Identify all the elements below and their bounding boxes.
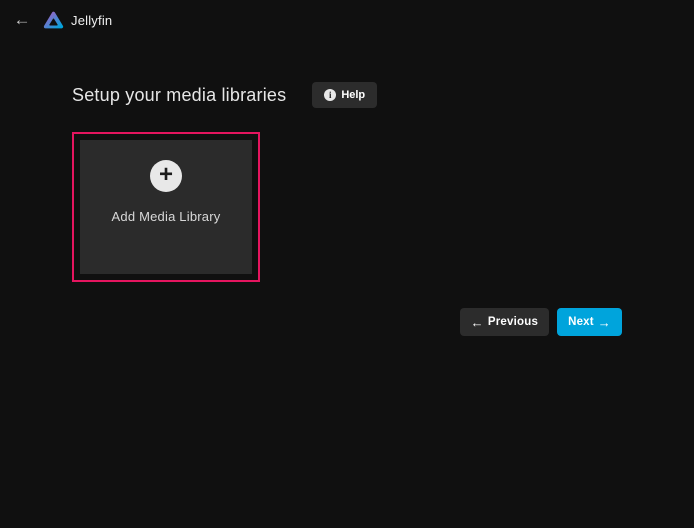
previous-button[interactable]: ← Previous xyxy=(460,308,549,336)
left-arrow-icon: ← xyxy=(471,315,484,330)
back-arrow-icon: ← xyxy=(14,10,31,29)
wizard-nav: ← Previous Next → xyxy=(72,308,622,336)
right-arrow-icon: → xyxy=(598,315,611,330)
jellyfin-logo: Jellyfin xyxy=(43,10,112,31)
jellyfin-logo-icon xyxy=(43,10,64,31)
wizard-content: Setup your media libraries i Help + Add … xyxy=(72,82,622,336)
app-title: Jellyfin xyxy=(71,13,112,28)
add-media-library-card-inner: + Add Media Library xyxy=(80,140,252,274)
help-button[interactable]: i Help xyxy=(312,82,377,108)
top-bar: ← Jellyfin xyxy=(0,0,694,32)
back-button[interactable]: ← xyxy=(10,8,34,32)
next-button-label: Next xyxy=(568,316,594,328)
add-media-library-label: Add Media Library xyxy=(112,209,221,224)
next-button[interactable]: Next → xyxy=(557,308,622,336)
page-title: Setup your media libraries xyxy=(72,85,286,106)
help-button-label: Help xyxy=(341,89,365,101)
info-icon: i xyxy=(324,89,336,101)
title-row: Setup your media libraries i Help xyxy=(72,82,622,108)
add-media-library-card[interactable]: + Add Media Library xyxy=(72,132,260,282)
previous-button-label: Previous xyxy=(488,316,538,328)
add-icon: + xyxy=(150,160,182,192)
